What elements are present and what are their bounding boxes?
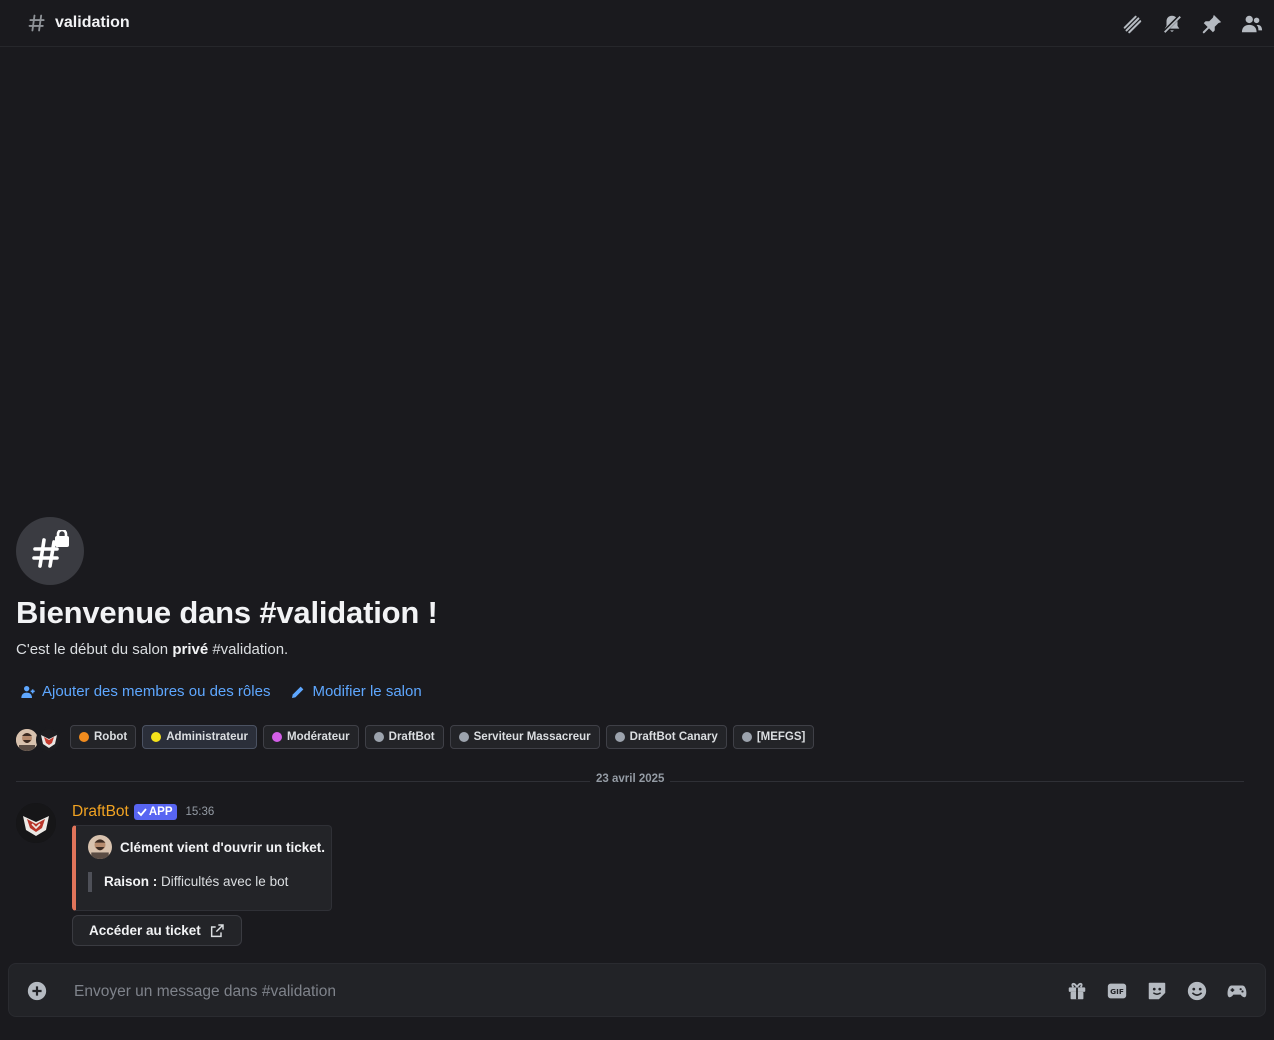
role-chip[interactable]: DraftBot	[364, 725, 444, 749]
add-members-link[interactable]: Ajouter des membres ou des rôles	[20, 683, 270, 700]
activities-icon[interactable]	[1225, 979, 1249, 1003]
add-members-label: Ajouter des membres ou des rôles	[42, 683, 271, 700]
threads-icon[interactable]	[1120, 12, 1144, 36]
role-chip[interactable]: Administrateur	[142, 725, 258, 749]
emoji-icon[interactable]	[1185, 979, 1209, 1003]
message-author[interactable]: DraftBot	[72, 803, 129, 821]
role-chip[interactable]: [MEFGS]	[732, 725, 815, 749]
message-timestamp: 15:36	[185, 806, 215, 818]
role-name: [MEFGS]	[756, 731, 806, 743]
member-list-icon[interactable]	[1240, 12, 1264, 36]
add-attachment-icon[interactable]	[26, 980, 48, 1002]
embed-reason: Raison : Difficultés avec le bot	[88, 872, 288, 892]
role-name: DraftBot Canary	[629, 731, 718, 743]
edit-channel-label: Modifier le salon	[312, 683, 422, 700]
embed-author-text: Clément vient d'ouvrir un ticket.	[120, 839, 325, 855]
role-list: Robot Administrateur Modérateur DraftBot Ser…	[70, 725, 815, 749]
app-badge-label: APP	[148, 806, 173, 818]
private-channel-hash-lock-icon	[16, 517, 84, 585]
avatar-draftbot	[36, 727, 62, 753]
role-name: Administrateur	[166, 731, 249, 743]
role-chip[interactable]: Modérateur	[263, 725, 359, 749]
welcome-subtitle: C'est le début du salon privé #validatio…	[16, 641, 289, 658]
role-color-dot	[151, 732, 162, 742]
role-name: DraftBot	[388, 731, 435, 743]
mute-notifications-icon[interactable]	[1160, 12, 1184, 36]
role-color-dot	[458, 732, 469, 742]
pencil-icon	[292, 686, 304, 698]
external-link-icon	[210, 923, 224, 937]
sticker-icon[interactable]	[1145, 979, 1169, 1003]
open-ticket-button[interactable]: Accéder au ticket	[72, 915, 242, 946]
role-color-dot	[373, 732, 384, 742]
app-badge: APP	[133, 804, 177, 820]
role-chip[interactable]: Serviteur Massacreur	[449, 725, 600, 749]
message-composer: GIF	[8, 963, 1266, 1017]
edit-channel-link[interactable]: Modifier le salon	[290, 683, 422, 700]
text-channel-hash-icon	[28, 14, 45, 32]
message-avatar[interactable]	[16, 803, 56, 843]
member-avatars[interactable]	[14, 727, 62, 753]
role-color-dot	[272, 732, 283, 742]
date-divider-label: 23 avril 2025	[590, 773, 671, 785]
gif-icon[interactable]: GIF	[1105, 979, 1129, 1003]
channel-header: validation	[0, 0, 1274, 47]
add-members-icon	[21, 685, 35, 698]
open-ticket-label: Accéder au ticket	[89, 923, 201, 938]
svg-text:GIF: GIF	[1110, 987, 1124, 996]
message-embed: Clément vient d'ouvrir un ticket. Raison…	[72, 825, 332, 911]
welcome-title: Bienvenue dans #validation !	[16, 595, 438, 630]
pin-icon[interactable]	[1200, 12, 1224, 36]
role-color-dot	[741, 732, 752, 742]
role-chip[interactable]: Robot	[70, 725, 137, 749]
embed-author-avatar	[88, 835, 112, 859]
channel-title: validation	[55, 14, 130, 31]
role-name: Robot	[94, 731, 128, 743]
role-name: Modérateur	[287, 731, 350, 743]
role-chip[interactable]: DraftBot Canary	[605, 725, 727, 749]
verified-check-icon	[137, 808, 147, 817]
role-color-dot	[614, 732, 625, 742]
role-color-dot	[79, 732, 89, 742]
gift-icon[interactable]	[1065, 979, 1089, 1003]
message-input[interactable]	[72, 979, 1036, 1005]
role-name: Serviteur Massacreur	[473, 731, 591, 743]
